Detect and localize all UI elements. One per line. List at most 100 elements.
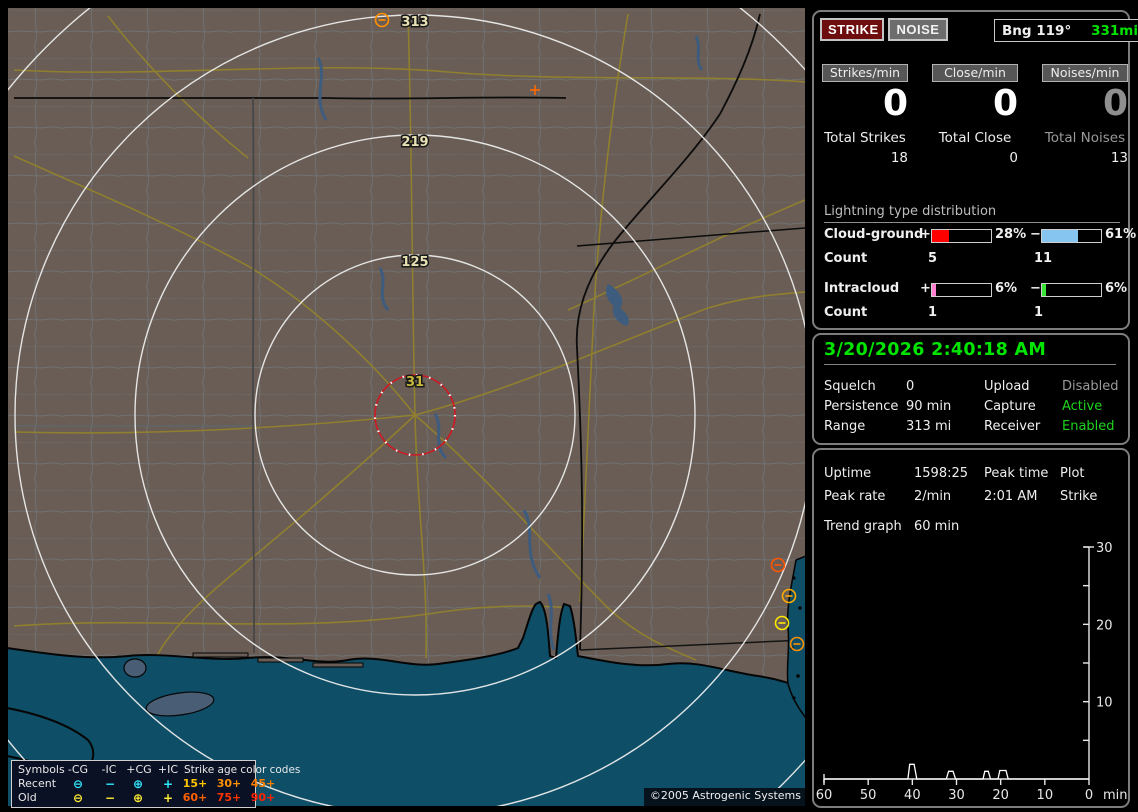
strike-age-code: 75+ bbox=[216, 791, 242, 804]
total-close-label: Total Close bbox=[938, 130, 1012, 146]
range-label: Range bbox=[824, 419, 866, 434]
close-per-min-value: 0 bbox=[992, 83, 1018, 124]
legend-symbols-header: Symbols bbox=[18, 763, 65, 776]
plus-sign: + bbox=[920, 281, 931, 296]
legend-symbol-icon: ⊕ bbox=[132, 791, 144, 805]
axis-tick-label: 60 bbox=[816, 788, 833, 803]
axis-tick-label: 30 bbox=[1096, 541, 1113, 556]
legend-symbol-icon: + bbox=[162, 777, 174, 791]
axis-tick-label: 50 bbox=[860, 788, 877, 803]
legend-col-cg-pos: +CG bbox=[126, 763, 152, 776]
range-value: 313 mi bbox=[906, 419, 952, 434]
legend-col-cg-neg: -CG bbox=[67, 763, 89, 776]
legend-age-header: Strike age color codes bbox=[184, 764, 301, 776]
peak-rate-value: 2/min bbox=[914, 489, 952, 504]
legend-symbol-icon: ⊕ bbox=[132, 777, 144, 791]
strikes-per-min-value: 0 bbox=[882, 83, 908, 124]
range-ring-label: 313 bbox=[401, 15, 428, 30]
cg-count-label: Count bbox=[824, 251, 868, 266]
strikes-per-min-button[interactable]: Strikes/min bbox=[822, 64, 908, 82]
strike-age-code: 60+ bbox=[182, 791, 208, 804]
total-strikes-value: 18 bbox=[890, 150, 908, 166]
total-close-value: 0 bbox=[1009, 150, 1018, 166]
plot-label: Plot bbox=[1060, 466, 1085, 481]
cg-positive-pct: 28% bbox=[995, 227, 1027, 242]
persistence-label: Persistence bbox=[824, 399, 899, 414]
legend-col-ic-pos: +IC bbox=[157, 763, 179, 776]
datetime-display: 3/20/2026 2:40:18 AM bbox=[824, 340, 1116, 365]
range-ring-label: 219 bbox=[401, 135, 428, 150]
counter-noises: Noises/min 0 Total Noises 13 bbox=[1042, 12, 1128, 182]
counter-strikes: Strikes/min 0 Total Strikes 18 bbox=[822, 12, 908, 182]
intracloud-label: Intracloud bbox=[824, 281, 900, 296]
legend-row-recent: Recent ⊖ − ⊕ +15+ 30+ 45+ bbox=[12, 777, 275, 791]
total-noises-value: 13 bbox=[1110, 150, 1128, 166]
close-per-min-button[interactable]: Close/min bbox=[932, 64, 1018, 82]
legend-col-ic-neg: -IC bbox=[101, 763, 117, 776]
legend-symbol-icon: + bbox=[162, 791, 174, 805]
legend-symbol-icon: ⊖ bbox=[72, 777, 84, 791]
capture-label: Capture bbox=[984, 399, 1036, 414]
strike-age-code: 90+ bbox=[250, 791, 276, 804]
ic-negative-bar bbox=[1041, 283, 1102, 297]
ic-positive-bar bbox=[931, 283, 992, 297]
distribution-title: Lightning type distribution bbox=[824, 204, 1120, 223]
squelch-label: Squelch bbox=[824, 379, 876, 394]
map-canvas: 31 125 219 313 bbox=[8, 8, 805, 806]
ic-positive-pct: 6% bbox=[995, 281, 1018, 296]
minus-sign: − bbox=[1030, 281, 1041, 296]
status-panel: 3/20/2026 2:40:18 AM Squelch 0 Persisten… bbox=[812, 333, 1130, 445]
lightning-map[interactable]: 31 125 219 313 Symbols -CG -IC +CG +IC Stri… bbox=[8, 8, 805, 808]
axis-tick-label: 30 bbox=[948, 788, 965, 803]
upload-status: Disabled bbox=[1062, 379, 1119, 394]
axis-tick-label: 40 bbox=[904, 788, 921, 803]
axis-tick-label: 0 bbox=[1085, 788, 1093, 803]
receiver-status: Enabled bbox=[1062, 419, 1115, 434]
legend-symbol-icon: − bbox=[104, 791, 116, 805]
capture-status: Active bbox=[1062, 399, 1103, 414]
noises-per-min-button[interactable]: Noises/min bbox=[1042, 64, 1128, 82]
range-ring-label: 31 bbox=[406, 375, 424, 390]
receiver-label: Receiver bbox=[984, 419, 1041, 434]
counter-close: Close/min 0 Total Close 0 bbox=[932, 12, 1018, 182]
noises-per-min-value: 0 bbox=[1102, 83, 1128, 124]
cg-positive-bar bbox=[931, 229, 992, 243]
squelch-value: 0 bbox=[906, 379, 915, 394]
trend-graph: 60 50 40 30 20 10 0 min 10 20 30 bbox=[816, 541, 1128, 803]
strike-age-code: 30+ bbox=[216, 777, 242, 790]
cloud-ground-label: Cloud-ground bbox=[824, 227, 924, 242]
axis-tick-label: min bbox=[1103, 788, 1128, 803]
peak-time-value: 2:01 AM bbox=[984, 489, 1038, 504]
cg-negative-pct: 61% bbox=[1105, 227, 1137, 242]
ic-negative-pct: 6% bbox=[1105, 281, 1128, 296]
axis-tick-label: 10 bbox=[1096, 696, 1113, 711]
plot-value: Strike bbox=[1060, 489, 1098, 504]
legend-row-label: Old bbox=[18, 791, 37, 804]
minus-sign: − bbox=[1030, 227, 1041, 242]
ic-count-label: Count bbox=[824, 305, 868, 320]
axis-tick-label: 10 bbox=[1037, 788, 1054, 803]
axis-tick-label: 20 bbox=[992, 788, 1009, 803]
range-ring-label: 125 bbox=[401, 255, 428, 270]
uptime-value: 1598:25 bbox=[914, 466, 969, 481]
upload-label: Upload bbox=[984, 379, 1030, 394]
copyright-text: ©2005 Astrogenic Systems bbox=[643, 788, 805, 806]
strike-age-code: 45+ bbox=[250, 777, 276, 790]
legend-symbol-icon: ⊖ bbox=[72, 791, 84, 805]
legend-row-old: Old ⊖ − ⊕ +60+ 75+ 90+ bbox=[12, 791, 275, 805]
uptime-label: Uptime bbox=[824, 466, 872, 481]
legend-row-label: Recent bbox=[18, 777, 57, 790]
total-noises-label: Total Noises bbox=[1044, 130, 1126, 146]
persistence-value: 90 min bbox=[906, 399, 952, 414]
ic-positive-count: 1 bbox=[928, 305, 938, 320]
peak-rate-label: Peak rate bbox=[824, 489, 886, 504]
ic-negative-count: 1 bbox=[1034, 305, 1044, 320]
axis-tick-label: 20 bbox=[1096, 618, 1113, 633]
cg-negative-bar bbox=[1041, 229, 1102, 243]
strike-counters-panel: STRIKE NOISE Bng 119° 331mi Strikes/min … bbox=[812, 10, 1138, 330]
peak-time-label: Peak time bbox=[984, 466, 1049, 481]
strike-age-code: 15+ bbox=[182, 777, 208, 790]
symbols-legend: Symbols -CG -IC +CG +IC Strike age color… bbox=[11, 760, 301, 808]
total-strikes-label: Total Strikes bbox=[824, 130, 906, 146]
cg-negative-count: 11 bbox=[1034, 251, 1053, 266]
